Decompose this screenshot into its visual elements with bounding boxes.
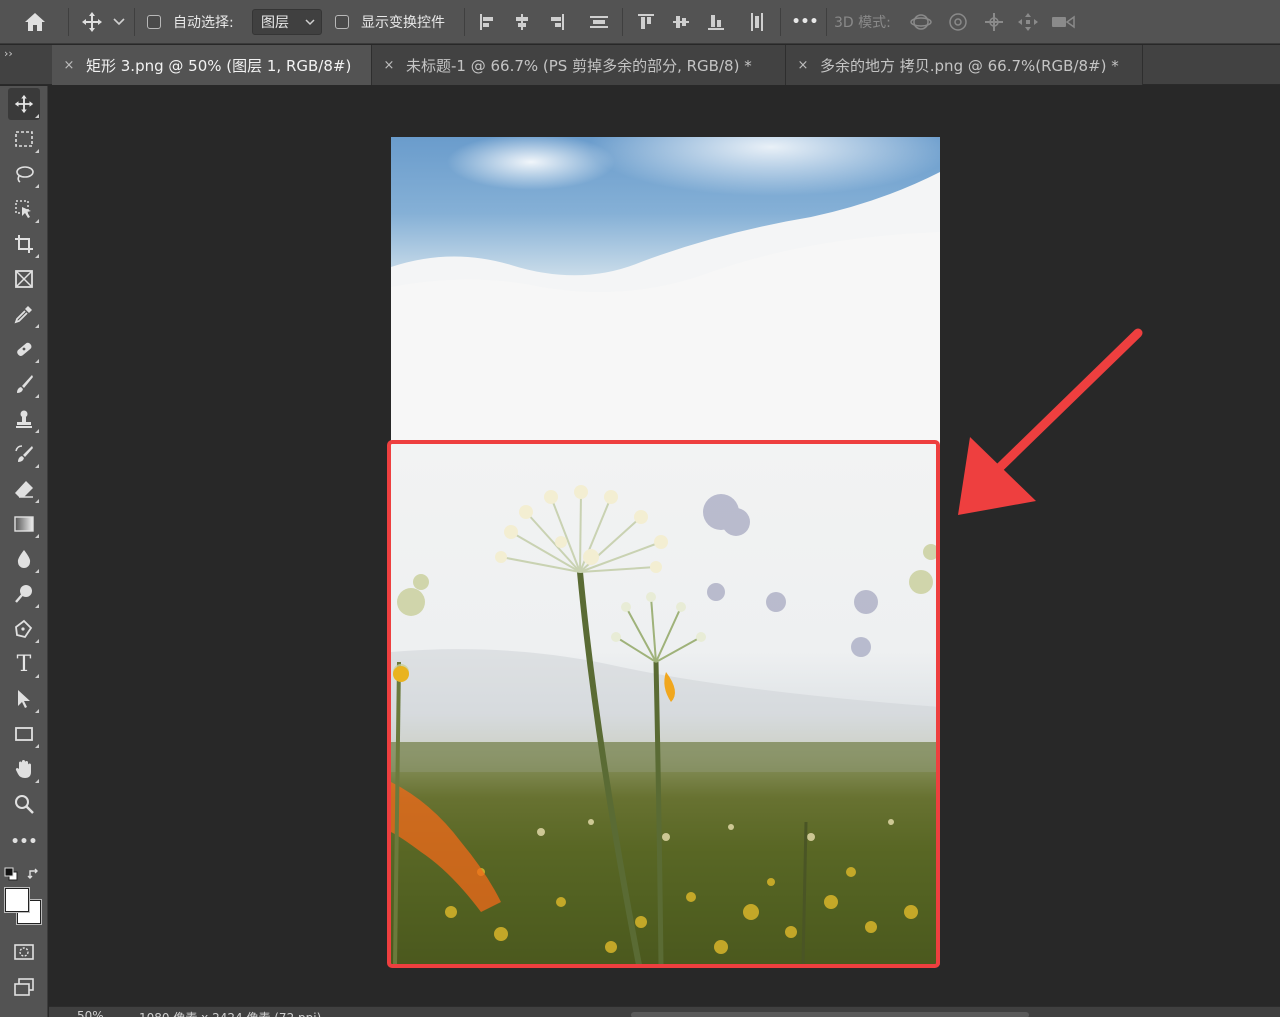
screen-mode-icon xyxy=(14,978,34,996)
quick-mask-icon xyxy=(14,944,34,960)
status-bar: 50% 1080 像素 x 2424 像素 (72 ppi) xyxy=(49,1006,1280,1017)
tab-title: 矩形 3.png @ 50% (图层 1, RGB/8#) xyxy=(86,56,352,75)
move-tool[interactable] xyxy=(8,88,40,120)
swap-colors-icon[interactable] xyxy=(27,866,41,880)
document-info[interactable]: 1080 像素 x 2424 像素 (72 ppi) xyxy=(139,1009,321,1017)
close-icon[interactable]: × xyxy=(378,58,400,73)
3d-roll-icon xyxy=(944,0,972,44)
hand-icon xyxy=(15,760,31,778)
more-options-icon[interactable]: ••• xyxy=(790,0,820,44)
pen-tool[interactable] xyxy=(8,613,40,645)
dodge-tool[interactable] xyxy=(8,578,40,610)
crop-icon xyxy=(15,235,33,253)
brush-tool[interactable] xyxy=(8,368,40,400)
hand-tool[interactable] xyxy=(8,753,40,785)
tab-title: 多余的地方 拷贝.png @ 66.7%(RGB/8#) * xyxy=(820,56,1119,75)
bandage-icon xyxy=(17,342,32,356)
foreground-color-swatch[interactable] xyxy=(4,887,30,913)
horizontal-scrollbar[interactable] xyxy=(631,1012,1029,1017)
gradient-icon xyxy=(14,516,34,532)
show-transform-label: 显示变换控件 xyxy=(361,15,445,31)
history-brush-tool[interactable] xyxy=(8,438,40,470)
path-selection-tool[interactable] xyxy=(8,683,40,715)
marquee-tool[interactable] xyxy=(8,123,40,155)
object-selection-tool[interactable] xyxy=(8,193,40,225)
auto-select-target-dropdown[interactable]: 图层 xyxy=(252,9,322,35)
show-transform-checkbox[interactable] xyxy=(334,0,350,44)
distribute-horizontal-icon[interactable] xyxy=(744,0,770,44)
more-dots-icon: ••• xyxy=(10,834,38,850)
frame-tool[interactable] xyxy=(8,263,40,295)
eyedropper-icon xyxy=(14,306,32,324)
quick-mask-button[interactable] xyxy=(8,936,40,968)
home-icon[interactable] xyxy=(18,0,52,44)
rectangle-tool[interactable] xyxy=(8,718,40,750)
sky-region xyxy=(391,137,940,442)
align-horizontal-center-icon[interactable] xyxy=(510,0,534,44)
lasso-tool[interactable] xyxy=(8,158,40,190)
blur-tool[interactable] xyxy=(8,543,40,575)
align-left-icon[interactable] xyxy=(476,0,500,44)
default-colors-icon[interactable] xyxy=(4,866,18,881)
highlight-rectangle xyxy=(387,440,940,968)
eraser-tool[interactable] xyxy=(8,473,40,505)
edit-toolbar-button[interactable]: ••• xyxy=(8,826,40,858)
lasso-icon xyxy=(16,166,34,183)
auto-select-checkbox[interactable] xyxy=(146,0,162,44)
move-icon xyxy=(14,94,34,114)
3d-pan-icon xyxy=(980,0,1008,44)
document-tabs-bar: ›› × 矩形 3.png @ 50% (图层 1, RGB/8#) × 未标题… xyxy=(0,45,1280,85)
magnifier-icon xyxy=(15,795,34,814)
options-bar: 自动选择: 图层 显示变换控件 ••• 3D 模式: xyxy=(0,0,1280,44)
zoom-level[interactable]: 50% xyxy=(77,1009,104,1017)
rectangular-marquee-icon xyxy=(15,131,33,147)
auto-select-label: 自动选择: xyxy=(173,15,234,31)
collapse-panels-icon[interactable]: ›› xyxy=(4,47,13,60)
3d-slide-icon xyxy=(1014,0,1042,44)
align-bottom-icon[interactable] xyxy=(704,0,728,44)
rectangle-icon xyxy=(15,727,33,741)
align-vertical-center-icon[interactable] xyxy=(669,0,693,44)
healing-brush-tool[interactable] xyxy=(8,333,40,365)
gradient-tool[interactable] xyxy=(8,508,40,540)
stamp-icon xyxy=(16,410,32,428)
brush-icon xyxy=(17,375,33,393)
distribute-vertical-icon[interactable] xyxy=(586,0,612,44)
type-icon: T xyxy=(16,651,32,677)
drop-icon xyxy=(17,550,31,568)
red-arrow-icon xyxy=(958,328,1143,515)
tools-panel: T ••• xyxy=(0,86,48,1017)
chevron-down-icon[interactable] xyxy=(110,0,128,44)
tab-rectangle-3[interactable]: × 矩形 3.png @ 50% (图层 1, RGB/8#) xyxy=(52,45,372,85)
3d-camera-icon xyxy=(1048,0,1078,44)
eraser-icon xyxy=(15,481,33,498)
tab-untitled-1[interactable]: × 未标题-1 @ 66.7% (PS 剪掉多余的部分, RGB/8) * xyxy=(372,45,786,85)
history-brush-icon xyxy=(15,445,33,462)
align-top-icon[interactable] xyxy=(634,0,658,44)
tab-extra-area-copy[interactable]: × 多余的地方 拷贝.png @ 66.7%(RGB/8#) * xyxy=(786,45,1143,85)
clone-stamp-tool[interactable] xyxy=(8,403,40,435)
close-icon[interactable]: × xyxy=(792,58,814,73)
3d-mode-label: 3D 模式: xyxy=(834,15,891,31)
object-selection-icon xyxy=(15,200,31,218)
close-icon[interactable]: × xyxy=(58,58,80,73)
eyedropper-tool[interactable] xyxy=(8,298,40,330)
align-right-icon[interactable] xyxy=(544,0,568,44)
frame-icon xyxy=(15,270,33,288)
3d-orbit-icon xyxy=(908,0,936,44)
type-tool[interactable]: T xyxy=(8,648,40,680)
dodge-icon xyxy=(15,585,32,603)
move-tool-preset-icon[interactable] xyxy=(78,0,106,44)
pen-icon xyxy=(15,619,33,639)
tab-title: 未标题-1 @ 66.7% (PS 剪掉多余的部分, RGB/8) * xyxy=(406,56,752,75)
zoom-tool[interactable] xyxy=(8,788,40,820)
arrow-pointer-icon xyxy=(18,690,30,708)
screen-mode-button[interactable] xyxy=(8,971,40,1003)
crop-tool[interactable] xyxy=(8,228,40,260)
